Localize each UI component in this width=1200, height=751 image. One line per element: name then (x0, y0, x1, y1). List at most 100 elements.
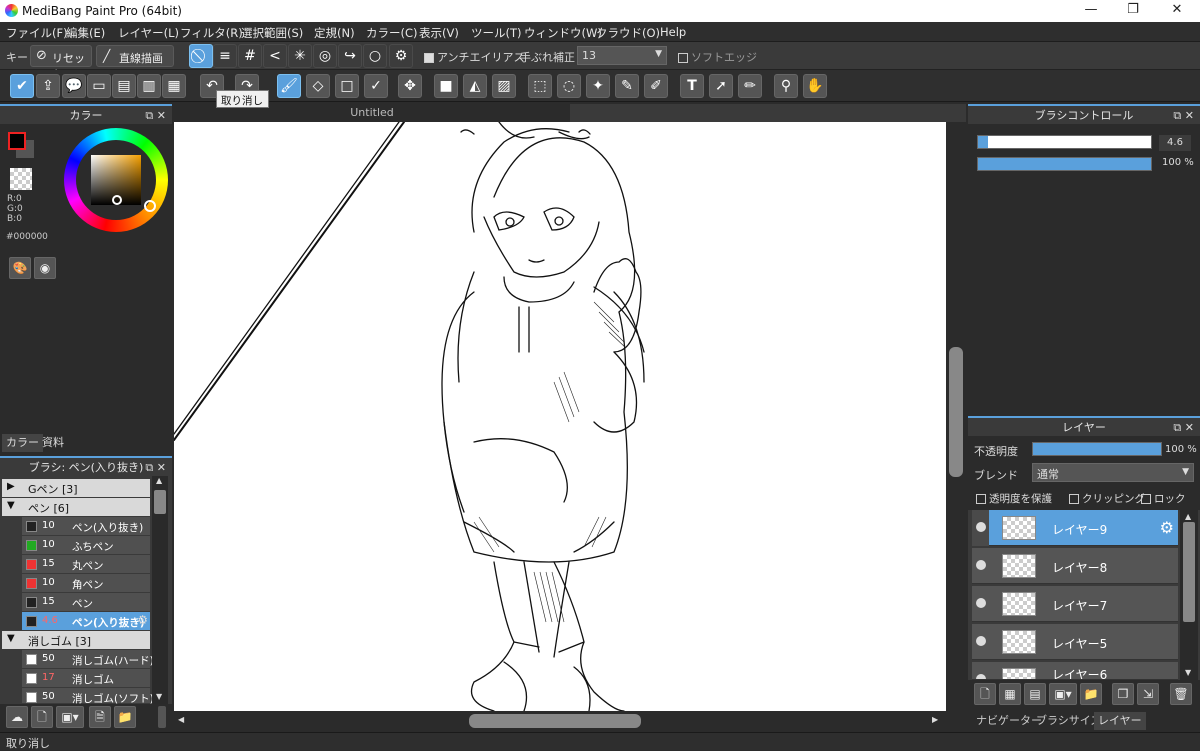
scroll-up-icon[interactable]: ▲ (1185, 512, 1191, 521)
divide-tool-button[interactable]: ✏ (738, 74, 762, 98)
scroll-right-icon[interactable]: ▶ (932, 715, 938, 724)
brush-item[interactable]: 10 角ペン (22, 574, 150, 593)
visibility-toggle[interactable] (972, 510, 989, 546)
drawing-canvas[interactable] (174, 122, 946, 711)
hue-wheel[interactable] (64, 128, 168, 232)
brush-tool-button[interactable]: 🖌 (277, 74, 301, 98)
gear-icon[interactable]: ⚙ (1160, 518, 1174, 537)
soft-edge-checkbox[interactable]: ソフトエッジ (678, 49, 757, 65)
eye-icon[interactable] (976, 560, 986, 570)
layer-row-selected[interactable]: レイヤー9 ⚙ (972, 510, 1178, 546)
straight-line-button[interactable]: ╱ 直線描画 (96, 45, 174, 67)
scroll-down-icon[interactable]: ▼ (156, 692, 162, 701)
scroll-left-icon[interactable]: ◀ (178, 715, 184, 724)
brush-group-eraser[interactable]: ▼ 消しゴム [3] (2, 631, 150, 649)
fill-rect-button[interactable]: ■ (434, 74, 458, 98)
brush-list-scrollbar[interactable]: ▲ ▼ (152, 476, 168, 704)
menu-color[interactable]: カラー(C) (366, 25, 418, 41)
snap-off-button[interactable]: ⃠ (189, 44, 213, 68)
shape-tool-button[interactable]: □ (335, 74, 359, 98)
snap-circle-button[interactable]: ◎ (313, 44, 337, 68)
menu-selection[interactable]: 選択範囲(S) (241, 25, 303, 41)
add-brush-menu-button[interactable]: ▣▾ (56, 706, 84, 728)
snap-ellipse-button[interactable]: ○ (363, 44, 387, 68)
menu-edit[interactable]: 編集(E) (66, 25, 105, 41)
layer-row[interactable]: レイヤー8 (972, 548, 1178, 584)
merge-layer-button[interactable]: ⇲ (1137, 683, 1159, 705)
brush-item[interactable]: 10 ふちペン (22, 536, 150, 555)
transparent-color-swatch[interactable] (10, 168, 32, 190)
fg-color-swatch[interactable] (8, 132, 26, 150)
clipping-checkbox[interactable]: クリッピング (1069, 491, 1145, 506)
blend-mode-select[interactable]: 通常 ▼ (1032, 463, 1194, 482)
menu-ruler[interactable]: 定規(N) (314, 25, 355, 41)
menu-filter[interactable]: フィルタ(R) (180, 25, 243, 41)
lasso-tool-button[interactable]: ◌ (557, 74, 581, 98)
menu-window[interactable]: ウィンドウ(W) (524, 25, 602, 41)
brush-folder-button[interactable]: 📁 (114, 706, 136, 728)
new-folder-button[interactable]: 📁 (1080, 683, 1102, 705)
brush-group-gpen[interactable]: ▶ Gペン [3] (2, 479, 150, 497)
snap-grid-button[interactable]: # (238, 44, 262, 68)
scroll-down-icon[interactable]: ▼ (1185, 668, 1191, 677)
scroll-thumb[interactable] (1183, 522, 1195, 622)
add-layer-menu-button[interactable]: ▣▾ (1049, 683, 1077, 705)
dot-tool-button[interactable]: ✓ (364, 74, 388, 98)
menu-view[interactable]: 表示(V) (419, 25, 459, 41)
menu-tool[interactable]: ツール(T) (471, 25, 522, 41)
share-button[interactable]: ⇪ (36, 74, 60, 98)
lock-checkbox[interactable]: ロック (1141, 491, 1186, 506)
move-tool-button[interactable]: ✥ (398, 74, 422, 98)
document-button[interactable]: ▤ (112, 74, 136, 98)
new-8bit-layer-button[interactable]: ▤ (1024, 683, 1046, 705)
panel-undock-close-icons[interactable]: ⧉ ✕ (1173, 418, 1194, 438)
comment-button[interactable]: 💬 (62, 74, 86, 98)
layer-row[interactable]: レイヤー7 (972, 586, 1178, 622)
stabilizer-select[interactable]: 13 ▼ (577, 46, 667, 65)
cloud-sync-button[interactable]: ✔ (10, 74, 34, 98)
menu-layer[interactable]: レイヤー(L) (118, 25, 179, 41)
brush-item[interactable]: 50 消しゴム(ソフト) (22, 688, 154, 705)
select-rect-button[interactable]: ⬚ (528, 74, 552, 98)
brush-size-slider[interactable] (977, 135, 1152, 149)
palette-button[interactable]: 🎨 (9, 257, 31, 279)
hue-cursor[interactable] (144, 200, 156, 212)
snap-perspective-button[interactable]: < (263, 44, 287, 68)
layer-opacity-slider[interactable] (1032, 442, 1162, 456)
brush-item[interactable]: 10 ペン(入り抜き) (22, 517, 150, 536)
brush-size-value[interactable]: 4.6 (1159, 135, 1191, 151)
panel-resize-handle[interactable] (158, 706, 166, 728)
hand-tool-button[interactable]: ✋ (803, 74, 827, 98)
snap-curve-button[interactable]: ↪ (338, 44, 362, 68)
grid-layout-button[interactable]: ▦ (162, 74, 186, 98)
menu-file[interactable]: ファイル(F) (6, 25, 68, 41)
panel-undock-close-icons[interactable]: ⧉ ✕ (145, 106, 166, 126)
message-button[interactable]: ▭ (87, 74, 111, 98)
canvas-horizontal-scrollbar[interactable]: ◀ ▶ (174, 711, 966, 731)
layer-row[interactable]: レイヤー5 (972, 624, 1178, 660)
layer-row[interactable]: レイヤー6 (972, 662, 1178, 680)
canvas-vertical-scrollbar[interactable] (946, 122, 966, 711)
snap-radial-button[interactable]: ✳ (288, 44, 312, 68)
operation-tool-button[interactable]: ➚ (709, 74, 733, 98)
brush-item[interactable]: 15 丸ペン (22, 555, 150, 574)
brush-settings-button[interactable]: 🗎 (89, 706, 111, 728)
select-pen-button[interactable]: ✎ (615, 74, 639, 98)
horizontal-scroll-thumb[interactable] (469, 714, 641, 728)
panel-undock-close-icons[interactable]: ⧉ ✕ (1173, 106, 1194, 126)
eraser-tool-button[interactable]: ◇ (306, 74, 330, 98)
cloud-brush-button[interactable]: ☁ (6, 706, 28, 728)
delete-layer-button[interactable]: 🗑 (1170, 683, 1192, 705)
snap-parallel-button[interactable]: ≡ (213, 44, 237, 68)
brush-item[interactable]: 50 消しゴム(ハード) (22, 650, 154, 669)
reset-button[interactable]: ⊘ リセット (30, 45, 92, 81)
vertical-scroll-thumb[interactable] (949, 347, 963, 477)
new-halftone-layer-button[interactable]: ▦ (999, 683, 1021, 705)
color-settings-button[interactable]: ◉ (34, 257, 56, 279)
layer-list-scrollbar[interactable]: ▲ ▼ (1180, 510, 1198, 680)
color-cursor[interactable] (112, 195, 122, 205)
restore-button[interactable]: ❐ (1118, 2, 1148, 20)
menu-cloud[interactable]: クラウド(O) (596, 25, 660, 41)
tab-material[interactable]: 資料 (38, 434, 68, 452)
eyedropper-button[interactable]: ⚲ (774, 74, 798, 98)
